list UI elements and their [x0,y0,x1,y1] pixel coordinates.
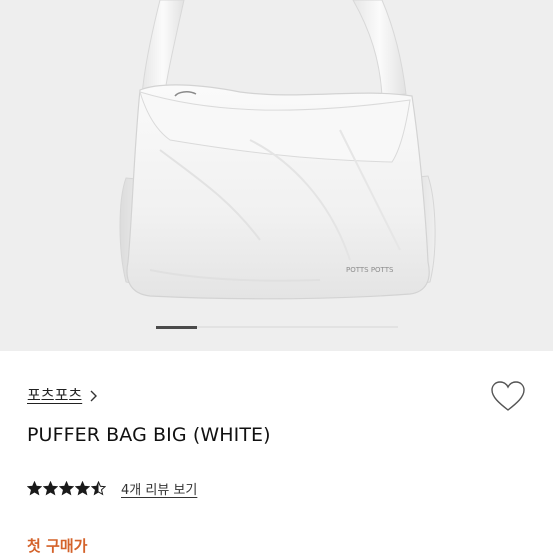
star-icon [75,481,90,496]
star-icon [91,481,106,496]
chevron-right-icon [88,388,98,402]
brand-name: 포츠포츠 [27,386,83,404]
product-info: 포츠포츠 PUFFER BAG BIG (WHITE) 4개 리뷰 보기 첫 구… [0,351,553,553]
product-title: PUFFER BAG BIG (WHITE) [27,424,271,446]
wishlist-button[interactable] [489,379,527,415]
star-icon [27,481,42,496]
bag-brand-print: POTTS POTTS [346,266,394,274]
rating-row: 4개 리뷰 보기 [27,479,197,498]
heart-outline-icon [489,381,527,419]
review-link[interactable]: 4개 리뷰 보기 [121,479,197,498]
star-icon [59,481,74,496]
first-purchase-price-label: 첫 구매가 [27,537,88,553]
star-icon [43,481,58,496]
carousel-indicator[interactable] [156,325,398,329]
star-rating [27,481,107,496]
product-image: POTTS POTTS [119,0,436,300]
brand-link[interactable]: 포츠포츠 [27,384,98,405]
carousel-indicator-active [156,325,198,329]
product-image-carousel[interactable]: POTTS POTTS [0,0,553,351]
